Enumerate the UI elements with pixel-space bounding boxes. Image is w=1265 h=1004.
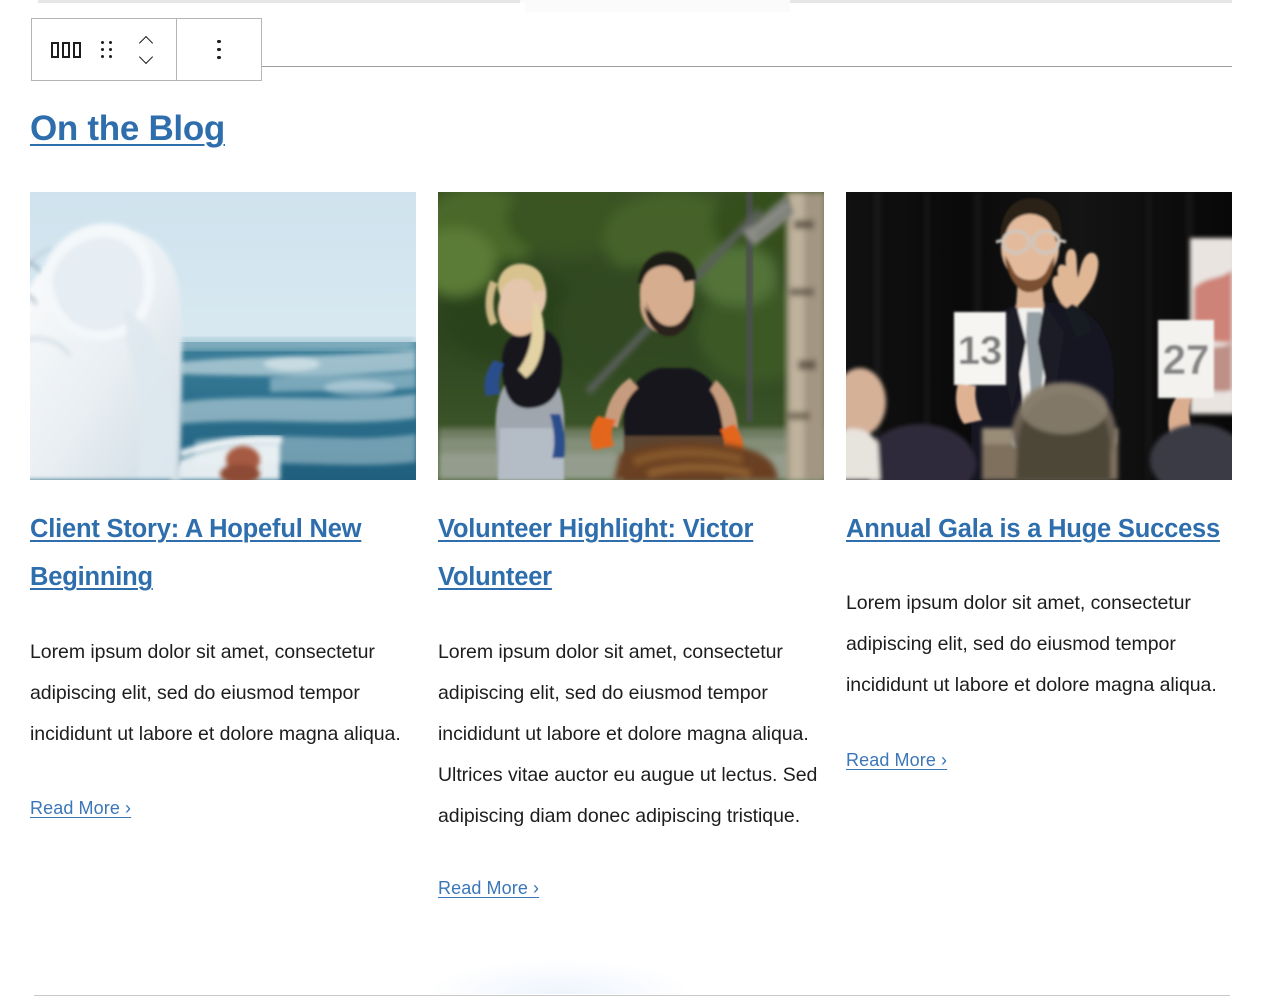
block-outline-top-fill <box>525 0 790 12</box>
read-more-link[interactable]: Read More › <box>30 798 131 819</box>
section-bottom-divider <box>34 995 1230 996</box>
editor-canvas: On the Blog Client Story: A Hopeful New … <box>0 0 1265 1004</box>
chevron-up-icon[interactable] <box>140 37 153 45</box>
columns-icon <box>51 41 81 58</box>
gala-auction-image: 13 27 <box>846 192 1232 480</box>
post-title-link[interactable]: Volunteer Highlight: Victor Volunteer <box>438 505 824 602</box>
paddle-number-27: 27 <box>1163 336 1210 383</box>
post-card: 13 27 Annual Gala is a Huge Success Lore… <box>846 192 1232 899</box>
post-title-link[interactable]: Client Story: A Hopeful New Beginning <box>30 505 416 602</box>
post-excerpt: Lorem ipsum dolor sit amet, consectetur … <box>846 592 1217 697</box>
post-card: Volunteer Highlight: Victor Volunteer Lo… <box>438 192 824 899</box>
boat-ocean-image <box>30 192 416 480</box>
post-thumbnail-client-story[interactable] <box>30 192 416 480</box>
bottom-highlight <box>430 960 690 994</box>
volunteers-image <box>438 192 824 480</box>
more-options-button[interactable] <box>199 27 239 73</box>
drag-handle-button[interactable] <box>86 27 126 73</box>
section-heading-on-the-blog[interactable]: On the Blog <box>30 108 225 150</box>
chevron-down-icon[interactable] <box>140 54 153 62</box>
columns-block: Client Story: A Hopeful New Beginning Lo… <box>30 192 1232 899</box>
block-toolbar[interactable] <box>31 18 262 81</box>
read-more-link[interactable]: Read More › <box>438 878 539 899</box>
post-title-link[interactable]: Annual Gala is a Huge Success <box>846 505 1232 553</box>
post-card: Client Story: A Hopeful New Beginning Lo… <box>30 192 416 899</box>
post-excerpt: Lorem ipsum dolor sit amet, consectetur … <box>438 640 818 827</box>
block-toolbar-main-group <box>32 19 176 80</box>
post-thumbnail-annual-gala[interactable]: 13 27 <box>846 192 1232 480</box>
paddle-number-13: 13 <box>958 329 1003 373</box>
move-updown-icon-group <box>140 37 153 62</box>
block-type-button[interactable] <box>46 27 86 73</box>
post-excerpt: Lorem ipsum dolor sit amet, consectetur … <box>30 640 401 745</box>
ellipsis-vertical-icon <box>217 39 221 60</box>
post-thumbnail-volunteer-highlight[interactable] <box>438 192 824 480</box>
read-more-link[interactable]: Read More › <box>846 750 947 771</box>
drag-handle-icon <box>100 41 112 58</box>
block-toolbar-options-group <box>177 19 261 80</box>
selected-block-outline <box>256 66 1232 67</box>
move-up-down-button[interactable] <box>126 27 166 73</box>
